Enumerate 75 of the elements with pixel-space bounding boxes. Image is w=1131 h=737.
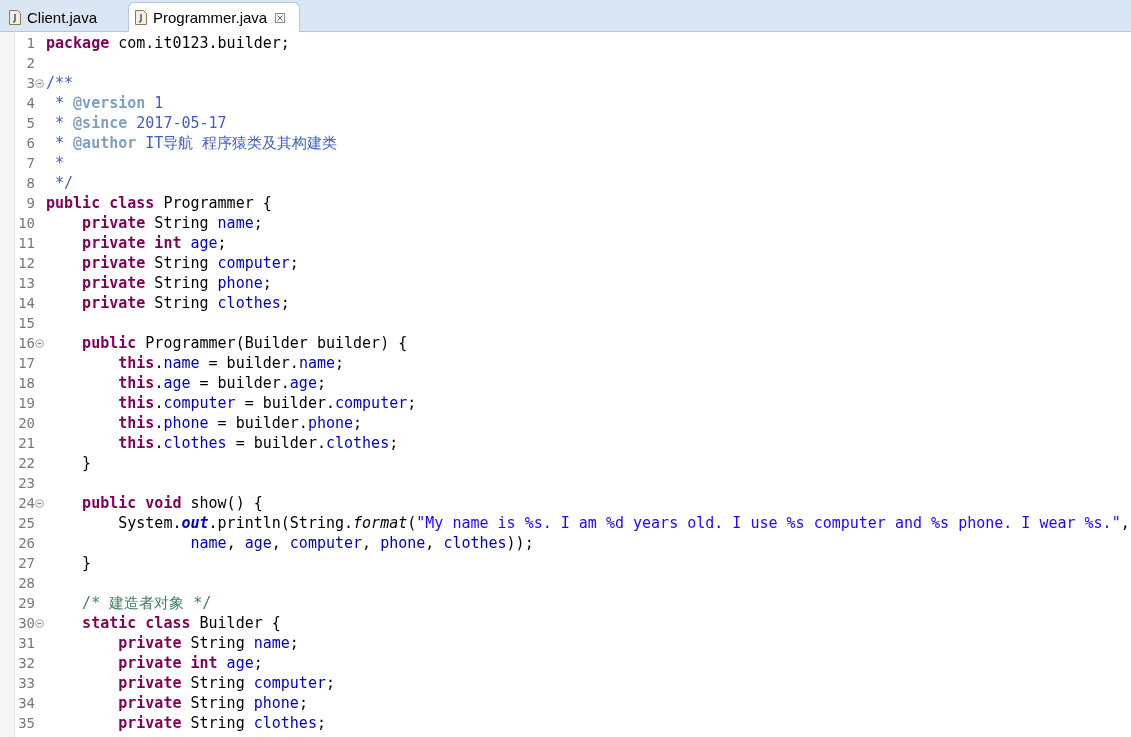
line-number: 10 bbox=[17, 215, 35, 231]
code-line: * @author IT导航 程序猿类及其构建类 bbox=[54, 133, 338, 153]
code-line: } bbox=[81, 453, 92, 473]
close-icon[interactable] bbox=[275, 12, 286, 23]
line-number: 15 bbox=[17, 315, 35, 331]
code-line: this.clothes = builder.clothes; bbox=[117, 433, 399, 453]
code-line: private int age; bbox=[81, 233, 227, 253]
line-number: 28 bbox=[17, 575, 35, 591]
line-number: 29 bbox=[17, 595, 35, 611]
line-number: 35 bbox=[17, 715, 35, 731]
code-line: static class Builder { bbox=[81, 613, 281, 633]
code-line: private String clothes; bbox=[81, 293, 290, 313]
code-line: private String name; bbox=[117, 633, 299, 653]
java-file-icon bbox=[9, 10, 21, 25]
line-number: 5 bbox=[25, 115, 35, 131]
editor-tab[interactable]: Programmer.java bbox=[128, 2, 300, 32]
line-number: 34 bbox=[17, 695, 35, 711]
java-file-icon bbox=[135, 10, 147, 25]
line-number: 22 bbox=[17, 455, 35, 471]
line-number: 27 bbox=[17, 555, 35, 571]
editor-tab[interactable]: Client.java bbox=[2, 3, 124, 31]
line-number: 18 bbox=[17, 375, 35, 391]
code-line: */ bbox=[54, 173, 74, 193]
line-number: 23 bbox=[17, 475, 35, 491]
line-number: 1 bbox=[25, 35, 35, 51]
line-number: 6 bbox=[25, 135, 35, 151]
code-line: * bbox=[54, 153, 65, 173]
code-line: public void show() { bbox=[81, 493, 263, 513]
line-number: 30 bbox=[17, 615, 35, 631]
line-number: 33 bbox=[17, 675, 35, 691]
fold-toggle-icon[interactable] bbox=[35, 618, 44, 628]
line-number: 4 bbox=[25, 95, 35, 111]
line-number: 26 bbox=[17, 535, 35, 551]
line-number: 25 bbox=[17, 515, 35, 531]
code-line: package com.it0123.builder; bbox=[46, 33, 290, 53]
line-number: 7 bbox=[25, 155, 35, 171]
code-line: private int age; bbox=[117, 653, 263, 673]
fold-toggle-icon[interactable] bbox=[35, 498, 44, 508]
code-line: private String clothes; bbox=[117, 713, 326, 733]
code-line: } bbox=[81, 553, 92, 573]
code-line: public class Programmer { bbox=[46, 193, 272, 213]
code-line: private String computer; bbox=[81, 253, 299, 273]
code-line: private String phone; bbox=[81, 273, 272, 293]
code-line: System.out.println(String.format("My name is %s. I am %d years old. I use %s computer and %s phone. I wear %s.", bbox=[117, 513, 1130, 533]
code-line: private String phone; bbox=[117, 693, 308, 713]
code-line: * @since 2017-05-17 bbox=[54, 113, 227, 133]
code-line: private String name; bbox=[81, 213, 263, 233]
line-number: 24 bbox=[17, 495, 35, 511]
code-line: * @version 1 bbox=[54, 93, 164, 113]
line-number: 2 bbox=[25, 55, 35, 71]
line-number: 12 bbox=[17, 255, 35, 271]
code-line: name, age, computer, phone, clothes)); bbox=[189, 533, 534, 553]
line-number: 14 bbox=[17, 295, 35, 311]
line-number: 16 bbox=[17, 335, 35, 351]
line-number: 31 bbox=[17, 635, 35, 651]
line-number: 32 bbox=[17, 655, 35, 671]
line-number: 17 bbox=[17, 355, 35, 371]
line-number: 11 bbox=[17, 235, 35, 251]
code-line: this.age = builder.age; bbox=[117, 373, 326, 393]
code-line: this.phone = builder.phone; bbox=[117, 413, 363, 433]
line-number: 21 bbox=[17, 435, 35, 451]
code-line: this.name = builder.name; bbox=[117, 353, 345, 373]
line-number: 9 bbox=[25, 195, 35, 211]
line-number: 8 bbox=[25, 175, 35, 191]
code-line: private String computer; bbox=[117, 673, 335, 693]
code-line: this.computer = builder.computer; bbox=[117, 393, 417, 413]
code-line: /** bbox=[46, 73, 74, 93]
line-number: 13 bbox=[17, 275, 35, 291]
fold-toggle-icon[interactable] bbox=[35, 338, 44, 348]
code-line: public Programmer(Builder builder) { bbox=[81, 333, 408, 353]
line-number: 19 bbox=[17, 395, 35, 411]
line-number: 20 bbox=[17, 415, 35, 431]
fold-toggle-icon[interactable] bbox=[35, 78, 44, 88]
line-number: 3 bbox=[25, 75, 35, 91]
code-line: /* 建造者对象 */ bbox=[81, 593, 212, 613]
